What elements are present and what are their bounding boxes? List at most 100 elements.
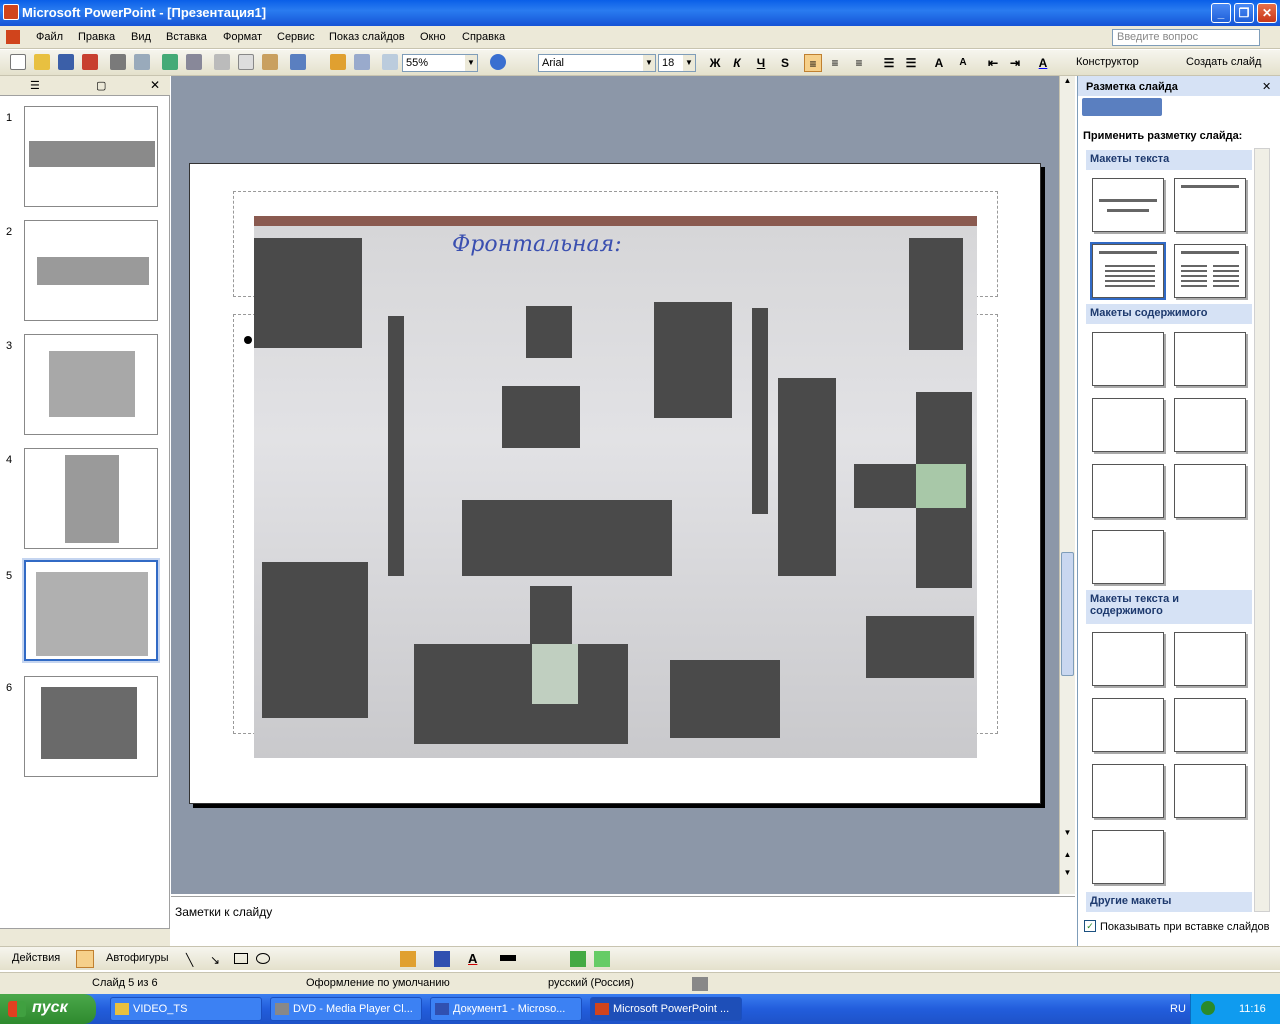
menu-tools[interactable]: Сервис [277,31,315,43]
layout-content-text[interactable] [1174,632,1246,686]
layout-content-three[interactable] [1174,464,1246,518]
help-icon[interactable] [490,54,506,70]
task-video-ts[interactable]: VIDEO_TS [110,997,262,1021]
slide-thumb-5[interactable] [22,558,160,663]
slide-photo[interactable]: Фронтальная: [254,216,977,758]
open-icon[interactable] [34,54,50,70]
layout-blank[interactable] [1092,332,1164,386]
task-powerpoint[interactable]: Microsoft PowerPoint ... [590,997,742,1021]
tab-slides[interactable]: ▢ [96,79,106,92]
print-preview-icon[interactable] [134,54,150,70]
new-slide-button[interactable]: Создать слайд [1186,56,1261,68]
menu-format[interactable]: Формат [223,31,262,43]
menu-view[interactable]: Вид [131,31,151,43]
menu-slideshow[interactable]: Показ слайдов [329,31,405,43]
layout-content-over-text[interactable] [1174,764,1246,818]
font-select[interactable]: Arial ▼ [538,54,656,72]
network-icon[interactable] [1201,1001,1215,1015]
task-word[interactable]: Документ1 - Microso... [430,997,582,1021]
layout-two-columns[interactable] [1174,244,1246,298]
menu-insert[interactable]: Вставка [166,31,207,43]
ask-question-input[interactable]: Введите вопрос [1112,29,1260,46]
close-pane-icon[interactable]: ✕ [150,78,160,92]
menu-window[interactable]: Окно [420,31,446,43]
grid-icon[interactable] [382,54,398,70]
grow-font-icon[interactable]: A [930,54,948,72]
bullet-list-icon[interactable]: ☰ [902,54,920,72]
layout-two-content-over-text[interactable] [1092,830,1164,884]
layout-four-content-b[interactable] [1092,530,1164,584]
3d-icon[interactable] [594,951,610,967]
task-pane-nav[interactable] [1082,98,1162,116]
paste-icon[interactable] [262,54,278,70]
scroll-thumb[interactable] [1061,552,1074,676]
close-icon[interactable]: ✕ [1262,80,1271,93]
zoom-select[interactable]: 55% ▼ [402,54,478,72]
arrow-icon[interactable]: ↘ [210,953,220,967]
actions-menu[interactable]: Действия [12,952,60,964]
layout-text-content[interactable] [1092,632,1164,686]
designer-button[interactable]: Конструктор [1076,56,1139,68]
decrease-indent-icon[interactable]: ⇤ [984,54,1002,72]
line-style-icon[interactable] [500,955,516,961]
save-icon[interactable] [58,54,74,70]
slide-thumb-3[interactable] [24,334,158,435]
undo-icon[interactable] [290,54,306,70]
autoshapes-menu[interactable]: Автофигуры [106,952,169,964]
shrink-font-icon[interactable]: A [954,54,972,72]
scroll-down-icon[interactable]: ▼ [1060,828,1075,844]
slide-thumb-2[interactable] [24,220,158,321]
scroll-up-icon[interactable]: ▲ [1060,76,1075,92]
oval-icon[interactable] [256,953,270,964]
chart-icon[interactable] [330,54,346,70]
minimize-button[interactable]: _ [1211,3,1231,23]
clock[interactable]: 11:16 [1239,1003,1266,1015]
menu-edit[interactable]: Правка [78,31,115,43]
fill-color-icon[interactable] [400,951,416,967]
underline-button[interactable]: Ч [752,54,770,72]
notes-pane[interactable]: Заметки к слайду [171,896,1075,944]
prev-slide-icon[interactable]: ▲ [1060,850,1075,866]
permission-icon[interactable] [82,54,98,70]
font-color-icon[interactable]: A [1034,54,1052,72]
layout-two-content[interactable] [1174,398,1246,452]
slide-thumb-1[interactable] [24,106,158,207]
layout-content[interactable] [1174,332,1246,386]
bold-button[interactable]: Ж [706,54,724,72]
layout-title-text[interactable] [1090,242,1166,300]
research-icon[interactable] [186,54,202,70]
task-media-player[interactable]: DVD - Media Player Cl... [270,997,422,1021]
layout-title-only[interactable] [1174,178,1246,232]
start-button[interactable]: пуск [0,994,96,1024]
layout-two-content-text[interactable] [1174,698,1246,752]
show-on-insert-checkbox[interactable]: ✓ [1084,920,1096,932]
italic-button[interactable]: К [728,54,746,72]
layout-title-content[interactable] [1092,398,1164,452]
line-color-icon[interactable] [434,951,450,967]
copy-icon[interactable] [238,54,254,70]
numbered-list-icon[interactable]: ☰ [880,54,898,72]
view-buttons[interactable] [0,928,170,946]
shadow-button[interactable]: S [776,54,794,72]
menu-file[interactable]: Файл [36,31,63,43]
align-right-icon[interactable]: ≡ [850,54,868,72]
vertical-scrollbar[interactable]: ▲ ▼ ▲ ▼ [1059,76,1075,894]
align-left-icon[interactable]: ≡ [804,54,822,72]
layout-title[interactable] [1092,178,1164,232]
layout-text-over-content[interactable] [1092,764,1164,818]
line-icon[interactable]: ╲ [186,953,193,967]
select-arrow-icon[interactable] [76,950,94,968]
close-button[interactable]: ✕ [1257,3,1277,23]
rectangle-icon[interactable] [234,953,248,964]
font-color-icon[interactable]: A [468,951,477,966]
spellcheck-icon[interactable] [692,977,708,991]
align-center-icon[interactable]: ≡ [826,54,844,72]
font-size-select[interactable]: 18 ▼ [658,54,696,72]
table-icon[interactable] [354,54,370,70]
task-pane-scrollbar[interactable] [1254,148,1270,912]
spelling-icon[interactable] [162,54,178,70]
maximize-button[interactable]: ❐ [1234,3,1254,23]
slide-thumb-4[interactable] [24,448,158,549]
increase-indent-icon[interactable]: ⇥ [1006,54,1024,72]
layout-text-two-content[interactable] [1092,698,1164,752]
